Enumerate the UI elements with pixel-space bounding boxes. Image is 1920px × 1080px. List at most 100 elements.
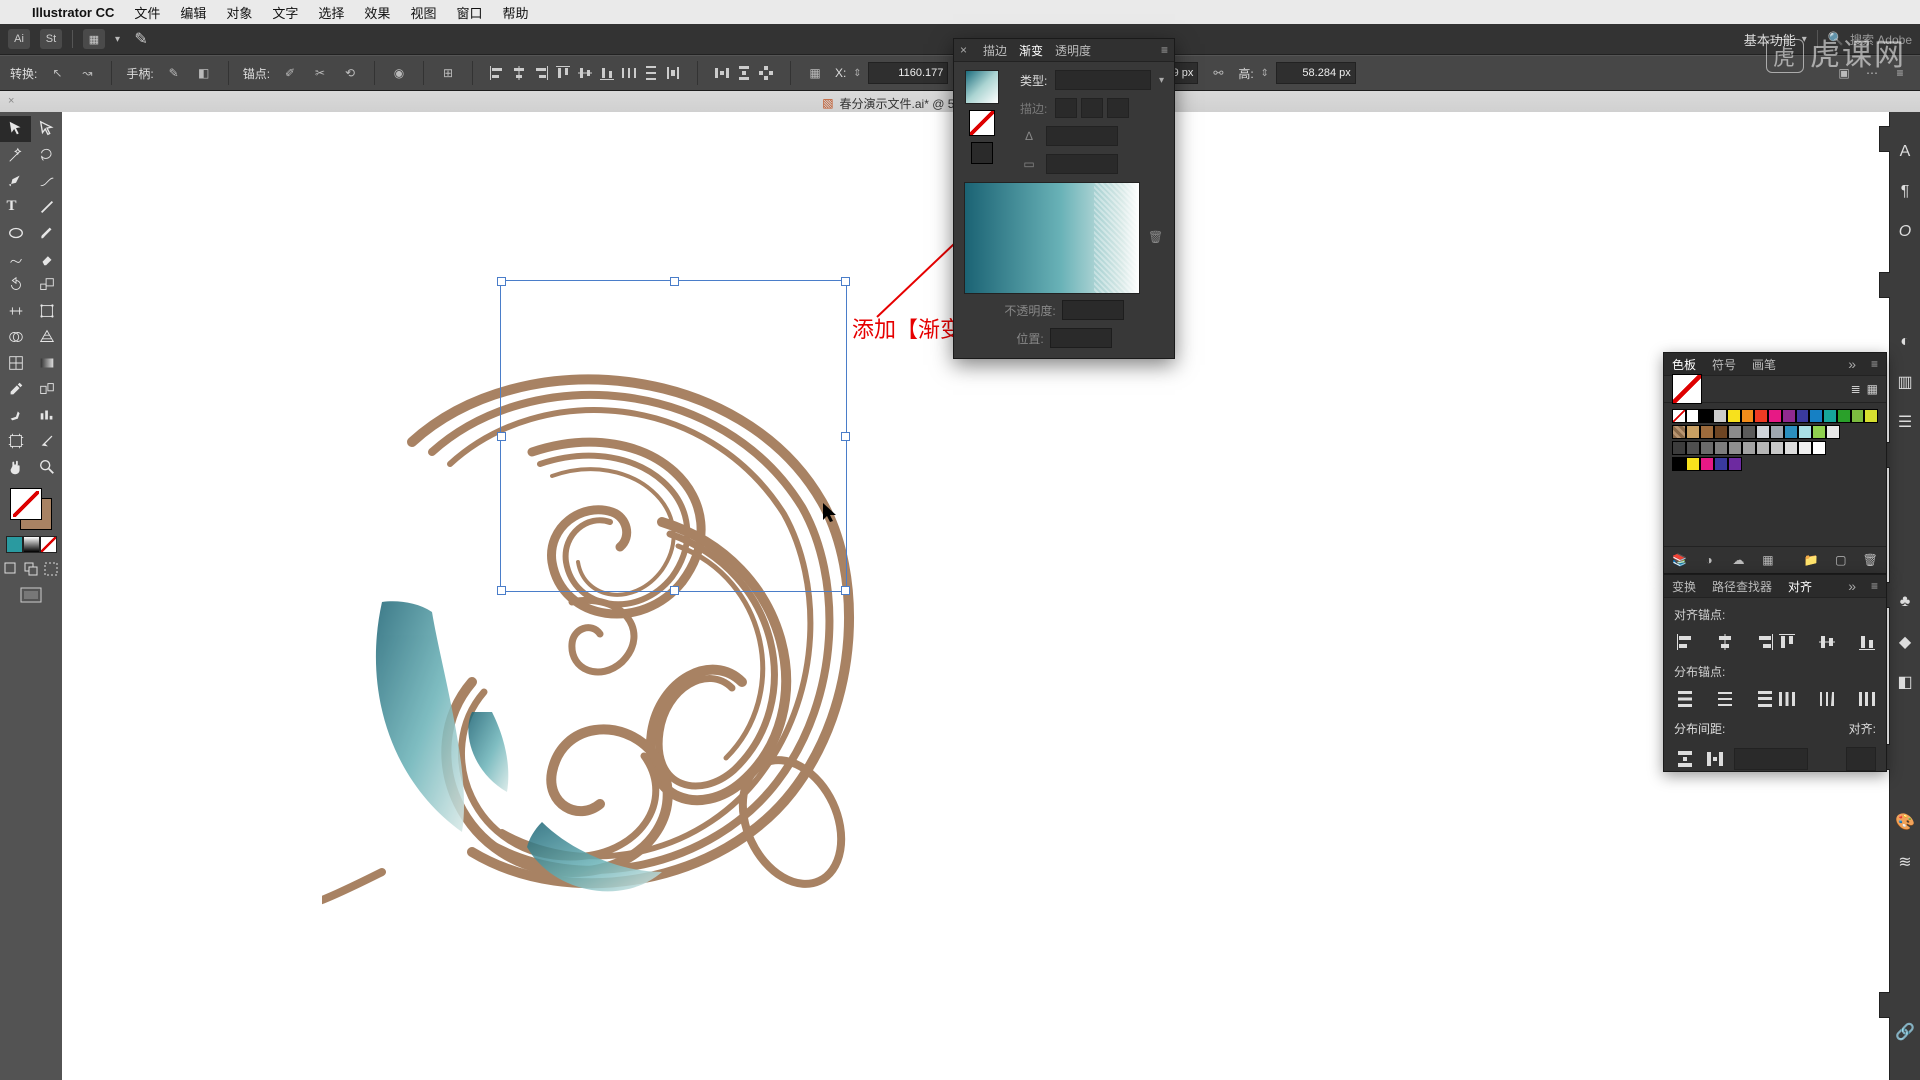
pixel-snap-icon[interactable]: ⊞ [438,63,458,83]
handle-mode-a-icon[interactable]: ✎ [164,63,184,83]
swatch[interactable] [1782,409,1796,423]
mini-swatch[interactable] [6,536,23,553]
swatch[interactable] [1837,409,1851,423]
swatch[interactable] [1686,457,1700,471]
menu-window[interactable]: 窗口 [456,3,482,22]
spacing-value-field[interactable] [1734,748,1808,770]
selection-handle[interactable] [497,432,506,441]
swatch-options-icon[interactable]: ☁ [1731,551,1746,569]
stroke-across-icon[interactable] [1107,98,1129,118]
curvature-tool[interactable] [31,168,62,194]
scrub-icon[interactable]: ⇕ [1258,63,1272,83]
shape-mode-icon[interactable]: ▣ [1834,63,1854,83]
gradient-type-dropdown[interactable] [1055,70,1151,90]
stop-location-field[interactable] [1050,328,1112,348]
selection-handle[interactable] [497,277,506,286]
perspective-tool[interactable] [31,324,62,350]
paragraph-panel-icon[interactable]: ¶ [1890,172,1920,212]
mini-swatch[interactable] [23,536,40,553]
align-left-icon[interactable] [487,63,507,83]
isolate-icon[interactable]: ◉ [389,63,409,83]
swatch[interactable] [1812,441,1826,455]
swatch[interactable] [1770,441,1784,455]
grid-view-icon[interactable]: ▦ [1867,382,1878,396]
swatch[interactable] [1714,457,1728,471]
space-h-icon[interactable] [712,63,732,83]
line-tool[interactable] [31,194,62,220]
align-top-button[interactable] [1776,631,1798,653]
current-fill-stroke[interactable] [1672,374,1702,404]
align-to-dropdown[interactable] [1846,747,1876,771]
swatch[interactable] [1798,441,1812,455]
menu-help[interactable]: 帮助 [502,3,528,22]
shape-builder-tool[interactable] [0,324,31,350]
arrange-documents-button[interactable]: ▦ [83,29,105,49]
swatch[interactable] [1864,409,1878,423]
swatch[interactable] [1796,409,1810,423]
panel-tab-stroke[interactable]: 描边 [983,42,1007,59]
swatch[interactable] [1784,441,1798,455]
align-right-button[interactable] [1754,631,1776,653]
vdist-bottom-button[interactable] [1754,688,1776,710]
swatch[interactable] [1700,457,1714,471]
menu-object[interactable]: 对象 [226,3,252,22]
align-vcenter-icon[interactable] [575,63,595,83]
draw-inside-icon[interactable] [41,559,61,579]
align-hcenter-icon[interactable] [509,63,529,83]
paintbrush-tool[interactable] [31,220,62,246]
rotate-tool[interactable] [0,272,31,298]
new-swatch-icon[interactable]: ▢ [1833,551,1848,569]
direct-selection-tool[interactable] [31,116,62,142]
gradient-panel[interactable]: × 描边 渐变 透明度 ≡ 类型: ▾ 描边: [953,38,1175,359]
delete-swatch-icon[interactable]: 🗑 [1863,551,1878,569]
ellipse-tool[interactable] [0,220,31,246]
panel-tab-knob[interactable] [1879,272,1890,298]
stroke-within-icon[interactable] [1055,98,1077,118]
selection-handle[interactable] [670,586,679,595]
layers-panel-icon[interactable]: ☰ [1890,402,1920,442]
symbol-sprayer-tool[interactable] [0,402,31,428]
close-tab-icon[interactable]: × [8,95,14,107]
align-left-button[interactable] [1674,631,1696,653]
panel-menu-icon[interactable]: ≡ [1871,579,1878,593]
swatch[interactable] [1713,409,1727,423]
swatch[interactable] [1770,425,1784,439]
panel-tab-knob[interactable] [1879,126,1890,152]
panel-tab-opacity[interactable]: 透明度 [1055,42,1091,59]
hdist-right-button[interactable] [1856,688,1878,710]
scrub-icon[interactable]: ⇕ [850,63,864,83]
hdist-left-button[interactable] [1776,688,1798,710]
stop-opacity-field[interactable] [1062,300,1124,320]
artboard-tool[interactable] [0,428,31,454]
align-right-icon[interactable] [531,63,551,83]
selection-handle[interactable] [841,586,850,595]
gradient-behind-icon[interactable] [971,142,993,164]
panel-menu-icon[interactable]: ≡ [1161,43,1168,57]
menu-edit[interactable]: 编辑 [180,3,206,22]
swatch[interactable] [1686,425,1700,439]
panel-tab-brushes[interactable]: 画笔 [1752,356,1776,373]
swatch[interactable] [1700,441,1714,455]
selection-handle[interactable] [497,586,506,595]
search-box[interactable]: 🔍 搜索 Adobe [1828,31,1912,48]
new-group-icon[interactable]: 📁 [1804,551,1819,569]
gradient-ramp[interactable] [964,182,1140,294]
slice-tool[interactable] [31,428,62,454]
swatch[interactable] [1784,425,1798,439]
swatch[interactable] [1826,425,1840,439]
swatch[interactable] [1714,441,1728,455]
magic-wand-tool[interactable] [0,142,31,168]
eyedropper-tool[interactable] [0,376,31,402]
panel-menu-icon[interactable]: ≡ [1890,63,1910,83]
stroke-along-icon[interactable] [1081,98,1103,118]
color-panel-icon[interactable]: ◆ [1890,622,1920,662]
swatch[interactable] [1812,425,1826,439]
close-icon[interactable]: × [960,43,967,57]
pen-tool[interactable] [0,168,31,194]
swatch[interactable] [1742,425,1756,439]
remove-anchor-icon[interactable]: ✐ [280,63,300,83]
x-value[interactable]: 1160.177 [868,62,948,84]
screen-mode-button[interactable] [20,587,42,610]
gradient-panel-titlebar[interactable]: × 描边 渐变 透明度 ≡ [954,39,1174,62]
fill-color-swatch[interactable] [10,488,42,520]
